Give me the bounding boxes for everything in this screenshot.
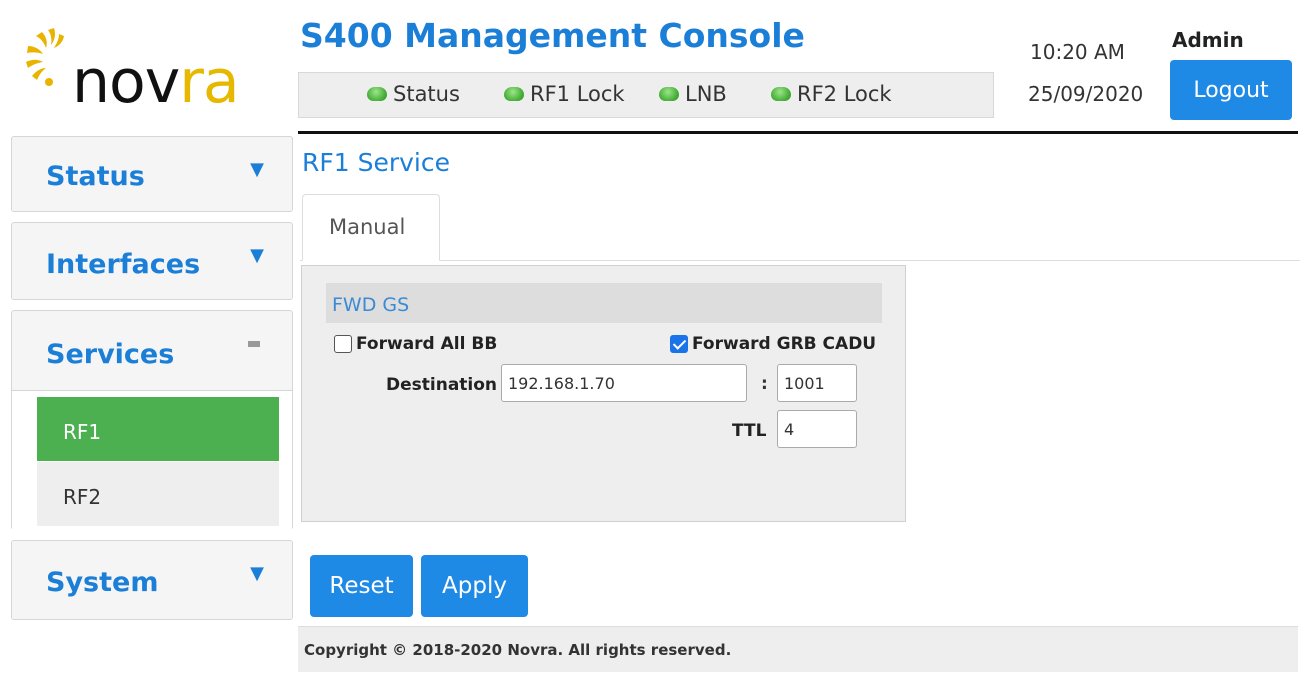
caret-down-icon: ▼ — [250, 563, 264, 584]
clock-date: 25/09/2020 — [1028, 82, 1144, 106]
page-title: RF1 Service — [302, 148, 450, 177]
forward-all-bb-option[interactable]: Forward All BB — [334, 334, 497, 354]
status-indicator-bar: Status RF1 Lock LNB RF2 Lock — [298, 72, 994, 118]
indicator-rf2-lock: RF2 Lock — [771, 82, 892, 106]
copyright-text: Copyright © 2018-2020 Novra. All rights … — [304, 641, 732, 659]
forward-grb-cadu-checkbox[interactable] — [670, 335, 688, 353]
logout-button[interactable]: Logout — [1170, 60, 1292, 120]
destination-label: Destination — [386, 375, 498, 395]
caret-down-icon: ▼ — [250, 245, 264, 266]
clock-time: 10:20 AM — [1030, 40, 1125, 64]
green-led-icon — [367, 87, 387, 101]
sidebar-section-system[interactable]: System ▼ — [11, 540, 293, 620]
panel-heading-label: FWD GS — [332, 294, 410, 316]
reset-button[interactable]: Reset — [310, 555, 413, 617]
indicator-label: LNB — [685, 82, 727, 106]
sidebar-section-label: Services — [46, 339, 175, 370]
sidebar-section-label: Interfaces — [46, 249, 201, 280]
green-led-icon — [659, 87, 679, 101]
sidebar-section-header[interactable]: Status ▼ — [12, 137, 292, 213]
indicator-rf1-lock: RF1 Lock — [504, 82, 625, 106]
sidebar-section-services: Services RF1 RF2 — [11, 310, 293, 530]
ttl-label: TTL — [732, 421, 767, 441]
apply-button[interactable]: Apply — [421, 555, 528, 617]
sidebar-section-label: System — [46, 567, 159, 598]
sidebar-item-rf2[interactable]: RF2 — [37, 462, 279, 526]
green-led-icon — [771, 87, 791, 101]
sidebar-section-status[interactable]: Status ▼ — [11, 136, 293, 212]
novra-logo: novra — [22, 22, 282, 122]
indicator-lnb: LNB — [659, 82, 727, 106]
indicator-label: RF2 Lock — [797, 82, 892, 106]
destination-ip-input[interactable] — [501, 364, 747, 402]
forward-grb-cadu-option[interactable]: Forward GRB CADU — [670, 334, 876, 354]
fwd-gs-panel: FWD GS Forward All BB Forward GRB CADU D… — [301, 265, 906, 522]
sidebar-section-header[interactable]: Services — [12, 311, 292, 391]
sidebar-item-rf1[interactable]: RF1 — [37, 397, 279, 461]
panel-heading: FWD GS — [326, 283, 882, 323]
tab-divider — [300, 260, 1300, 261]
minus-icon — [248, 341, 260, 347]
sidebar-section-header[interactable]: System ▼ — [12, 541, 292, 617]
logo-wordmark: novra — [72, 47, 240, 117]
sidebar-section-label: Status — [46, 161, 145, 192]
sidebar-section-interfaces[interactable]: Interfaces ▼ — [11, 222, 293, 300]
sidebar-section-header[interactable]: Interfaces ▼ — [12, 223, 292, 299]
indicator-status: Status — [367, 82, 460, 106]
destination-port-input[interactable] — [777, 364, 857, 402]
console-title: S400 Management Console — [300, 16, 805, 55]
green-led-icon — [504, 87, 524, 101]
indicator-label: Status — [393, 82, 460, 106]
user-name: Admin — [1172, 28, 1244, 52]
checkbox-label: Forward All BB — [356, 334, 498, 354]
forward-all-bb-checkbox[interactable] — [334, 335, 352, 353]
port-separator: : — [761, 374, 768, 394]
indicator-label: RF1 Lock — [530, 82, 625, 106]
header-divider — [298, 131, 1298, 134]
services-submenu: RF1 RF2 — [12, 391, 292, 530]
footer: Copyright © 2018-2020 Novra. All rights … — [298, 626, 1298, 672]
sun-logo-icon — [26, 28, 64, 86]
tab-manual[interactable]: Manual — [302, 194, 440, 261]
caret-down-icon: ▼ — [250, 159, 264, 180]
checkbox-label: Forward GRB CADU — [692, 334, 877, 354]
ttl-input[interactable] — [777, 410, 857, 448]
